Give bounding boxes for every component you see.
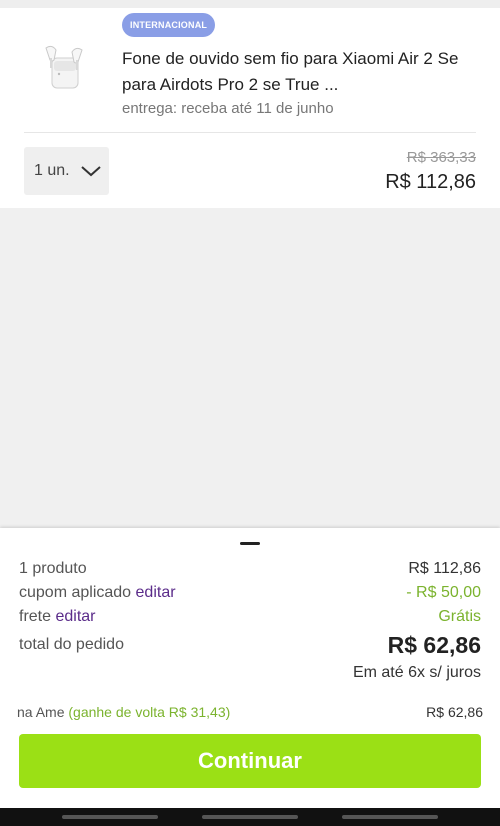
shipping-value: Grátis: [438, 608, 481, 625]
ame-label: na Ame: [17, 704, 65, 720]
quantity-selector[interactable]: 1 un.: [24, 147, 109, 195]
system-nav-bar: [0, 808, 500, 826]
products-subtotal: R$ 112,86: [408, 560, 481, 577]
cart-item-card: INTERNACIONAL Fone de ouvido sem fio par…: [0, 8, 500, 208]
coupon-edit-link[interactable]: editar: [136, 584, 176, 601]
order-total-value: R$ 62,86: [387, 632, 481, 658]
ame-row: na Ame (ganhe de volta R$ 31,43): [17, 704, 230, 720]
coupon-label: cupom aplicado: [19, 584, 132, 601]
original-price: R$ 363,33: [406, 149, 476, 166]
item-price: R$ 112,86: [385, 171, 476, 193]
nav-back-handle[interactable]: [62, 815, 158, 819]
nav-recents-handle[interactable]: [342, 815, 438, 819]
ame-cashback: (ganhe de volta R$ 31,43): [68, 704, 231, 720]
sheet-drag-handle[interactable]: [240, 542, 260, 545]
shipping-label: frete: [19, 608, 52, 625]
ame-price: R$ 62,86: [426, 704, 483, 720]
products-count-label: 1 produto: [19, 560, 87, 577]
top-strip: [0, 0, 500, 8]
continue-button[interactable]: Continuar: [19, 734, 481, 788]
installments-info: Em até 6x s/ juros: [352, 664, 481, 681]
nav-home-handle[interactable]: [202, 815, 298, 819]
international-badge: INTERNACIONAL: [122, 13, 216, 37]
order-total-label: total do pedido: [19, 636, 124, 653]
quantity-value: 1 un.: [34, 162, 70, 179]
shipping-row: frete editar: [19, 608, 96, 626]
chevron-down-icon: [80, 166, 101, 177]
shipping-edit-link[interactable]: editar: [55, 608, 95, 625]
delivery-estimate: entrega: receba até 11 de junho: [122, 100, 334, 117]
divider: [24, 132, 476, 133]
earbuds-product-image[interactable]: [38, 38, 90, 100]
order-summary-sheet: 1 produto R$ 112,86 cupom aplicado edita…: [0, 528, 500, 808]
product-title[interactable]: Fone de ouvido sem fio para Xiaomi Air 2…: [122, 46, 462, 98]
coupon-discount: - R$ 50,00: [406, 584, 481, 601]
coupon-row: cupom aplicado editar: [19, 584, 176, 602]
